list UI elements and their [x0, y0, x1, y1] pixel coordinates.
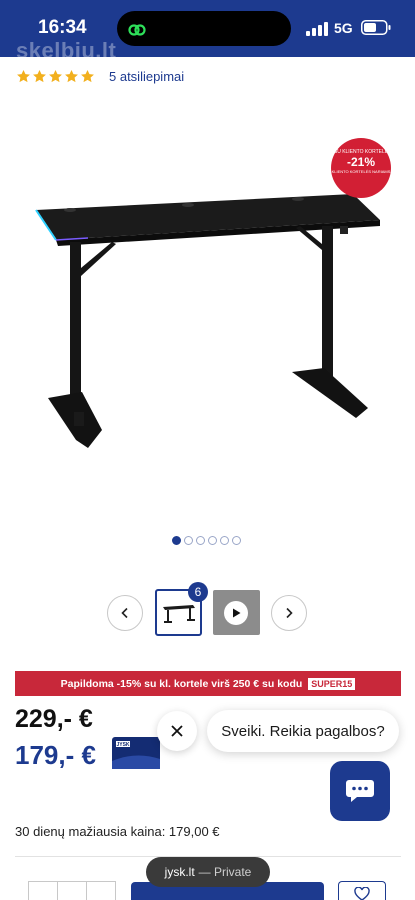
play-triangle-icon: [233, 608, 241, 618]
browser-url-pill[interactable]: jysk.lt — Private: [146, 857, 270, 887]
chevron-right-icon: [286, 607, 293, 619]
signal-icon: [306, 22, 328, 36]
product-rating[interactable]: 5 atsiliepimai: [16, 66, 184, 86]
star-icon: [81, 69, 94, 82]
gallery-dot[interactable]: [196, 536, 205, 545]
gallery-dot[interactable]: [232, 536, 241, 545]
star-icon: [49, 69, 62, 82]
promo-banner-text: Papildoma -15% su kl. kortele virš 250 €…: [60, 677, 303, 690]
badge-note: KLIENTO KORTELĖS NARIAMS: [331, 169, 391, 174]
quantity-stepper[interactable]: [28, 881, 116, 900]
gallery-dot[interactable]: [208, 536, 217, 545]
star-icon: [33, 69, 46, 82]
quantity-input[interactable]: [58, 882, 87, 900]
gallery-prev-button[interactable]: [107, 595, 143, 631]
gallery-next-button[interactable]: [271, 595, 307, 631]
link-app-icon: [126, 19, 148, 41]
chat-greeting-text: Sveiki. Reikia pagalbos?: [221, 722, 385, 740]
status-time: 16:34: [38, 17, 87, 38]
chat-icon: [346, 780, 374, 802]
star-icon: [17, 69, 30, 82]
gallery-dot[interactable]: [184, 536, 193, 545]
promo-banner: Papildoma -15% su kl. kortele virš 250 €…: [15, 671, 401, 696]
gallery-dot[interactable]: [220, 536, 229, 545]
chat-open-button[interactable]: [330, 761, 390, 821]
thumbnail-count-badge: 6: [188, 582, 208, 602]
quantity-decrease-button[interactable]: [29, 882, 58, 900]
screen: 16:34 skelbiu.lt 5G 5 atsiliepimai SU KL…: [0, 0, 415, 900]
gallery-dot[interactable]: [172, 536, 181, 545]
heart-icon: [354, 887, 370, 900]
play-icon[interactable]: [224, 601, 248, 625]
promo-code: SUPER15: [308, 677, 356, 690]
regular-price: 229,- €: [15, 705, 93, 733]
card-brand: JYSK: [116, 742, 129, 748]
site-watermark: skelbiu.lt: [16, 38, 117, 63]
badge-discount: -21%: [346, 155, 375, 169]
desk-thumbnail-image: [162, 604, 195, 623]
wishlist-button[interactable]: [338, 881, 386, 900]
chat-close-button[interactable]: [157, 711, 197, 751]
network-type: 5G: [334, 20, 353, 36]
close-icon: [171, 725, 183, 737]
quantity-increase-button[interactable]: [87, 882, 115, 900]
url-host: jysk.lt: [164, 865, 195, 879]
member-price: 179,- €: [15, 740, 96, 770]
star-icon: [65, 69, 78, 82]
chevron-left-icon: [121, 607, 128, 619]
rating-stars: [16, 69, 95, 84]
discount-badge: SU KLIENTO KORTELE -21% KLIENTO KORTELĖS…: [331, 138, 391, 198]
reviews-link[interactable]: 5 atsiliepimai: [109, 69, 184, 84]
status-bar: 16:34 skelbiu.lt 5G: [0, 0, 415, 63]
battery-icon: [361, 20, 391, 35]
gallery-pagination: [172, 536, 241, 545]
lowest-price-30-days: 30 dienų mažiausia kaina: 179,00 €: [15, 824, 220, 839]
chat-greeting-bubble[interactable]: Sveiki. Reikia pagalbos?: [207, 710, 399, 752]
loyalty-card-image: JYSK: [112, 737, 160, 769]
browsing-mode: — Private: [198, 865, 252, 879]
